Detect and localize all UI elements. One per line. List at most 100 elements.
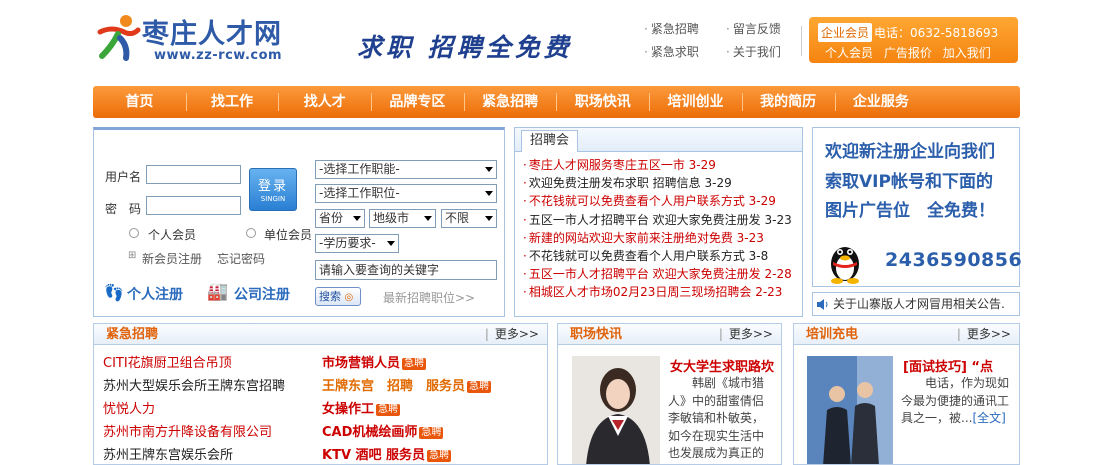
search-button[interactable]: 搜索 ◎ [315,287,361,306]
notice-bar[interactable]: 关于山寨版人才网冒用相关公告. [812,292,1020,316]
quick-link-about[interactable]: 关于我们 [726,43,781,60]
news-summary: 韩剧《城市猎人》中的甜蜜倩侣李敏镐和朴敏英，如今在现实生活中也发展成为真正的恋人… [668,376,765,464]
nav-training[interactable]: 培训创业 [649,86,742,118]
latest-jobs-link[interactable]: 最新招聘职位>> [383,289,475,306]
hot-badge: 急聘 [402,358,427,370]
list-item[interactable]: 不花钱就可以免费查看个人用户联系方式 3-8 [523,247,802,265]
chevron-down-icon [485,167,493,172]
forgot-password-link[interactable]: 忘记密码 [217,250,265,267]
ad-text: 欢迎新注册企业向我们 索取VIP帐号和下面的 图片广告位 全免费！ [825,138,995,227]
list-item-text: 枣庄人才网服务枣庄五区一市 [528,158,685,172]
logo-text: 枣庄人才网 [142,19,282,50]
more-link[interactable]: 更多>> [485,324,539,345]
personal-register-link[interactable]: 个人注册 [127,284,183,304]
company-link[interactable]: 苏州大型娱乐会所王牌东宫招聘 [103,375,285,394]
training-headline[interactable]: [面试技巧] “点 [903,356,993,375]
more-link[interactable]: 更多>> [957,324,1011,345]
chevron-down-icon [485,191,493,196]
tab-job-fair[interactable]: 招聘会 [521,130,579,152]
woman-photo-icon [572,356,660,464]
nav-urgent-hiring[interactable]: 紧急招聘 [463,86,557,118]
nav-enterprise-service[interactable]: 企业服务 [834,86,928,118]
section-header: 培训充电 更多>> [793,323,1020,345]
company-link[interactable]: CITI花旗厨卫组合吊顶 [103,352,232,371]
section-header: 职场快讯 更多>> [557,323,782,345]
username-input[interactable] [146,165,241,184]
company-link[interactable]: 忧悦人力 [103,398,155,417]
nav-brand-zone[interactable]: 品牌专区 [371,86,464,118]
ad-price-link[interactable]: 广告报价 [884,46,932,60]
job-position-value: -选择工作职位- [319,186,400,200]
register-link[interactable]: 新会员注册 [142,250,202,267]
company-register-link[interactable]: 公司注册 [234,284,290,304]
city-select[interactable]: 地级市 [369,209,436,228]
list-item[interactable]: 五区一市人才招聘平台 欢迎大家免费注册发 2-28 [523,265,802,283]
list-item-date: 3-8 [748,249,769,264]
full-article-link[interactable]: [全文] [972,411,1005,425]
news-headline[interactable]: 女大学生求职路坎 [670,356,774,375]
province-select[interactable]: 省份 [315,209,365,228]
province-value: 省份 [319,211,344,225]
list-item[interactable]: 不花钱就可以免费查看个人用户联系方式 3-29 [523,192,802,210]
ad-line: 图片广告位 全免费！ [825,201,995,221]
list-item-date: 2-28 [764,267,792,282]
list-item-text: 不花钱就可以免费查看个人用户联系方式 [528,249,745,264]
more-link[interactable]: 更多>> [719,324,773,345]
nav-find-job[interactable]: 找工作 [185,86,279,118]
list-item[interactable]: 欢迎免费注册发布求职 招聘信息 3-29 [523,174,802,192]
login-button[interactable]: 登录 SINGIN [249,168,297,211]
nav-home[interactable]: 首页 [93,86,186,118]
ad-line: 索取VIP帐号和下面的 [825,171,993,192]
personal-member-link[interactable]: 个人会员 [825,46,873,60]
job-function-select[interactable]: -选择工作职能- [315,160,497,179]
news-photo[interactable] [572,356,660,464]
contact-phone: 电话：0632-5818693 [874,26,999,40]
chevron-down-icon [353,216,361,221]
businessmen-photo-icon [807,356,893,464]
section-title: 职场快讯 [570,327,623,342]
quick-link-feedback[interactable]: 留言反馈 [726,20,781,37]
quick-link-urgent-jobseek[interactable]: 紧急求职 [644,43,699,60]
nav-my-resume[interactable]: 我的简历 [741,86,835,118]
keyword-search-input[interactable]: 请输入要查询的关键字 [315,260,497,280]
radio-personal-label: 个人会员 [148,228,197,242]
site-logo[interactable]: 枣庄人才网 www.zz-rcw.com [96,8,306,66]
ad-banner[interactable]: 欢迎新注册企业向我们 索取VIP帐号和下面的 图片广告位 全免费！ 243659… [812,127,1022,287]
list-item-date: 3-29 [748,194,776,209]
job-position-select[interactable]: -选择工作职位- [315,184,497,203]
area-value: 不限 [445,211,470,225]
company-link[interactable]: 苏州市南方升降设备有限公司 [103,421,272,440]
member-box: 企业会员 电话：0632-5818693 个人会员 广告报价 加入我们 [809,17,1018,63]
list-item-date: 3-23 [764,212,792,227]
list-item[interactable]: 相城区人才市场02月23日周三现场招聘会 2-23 [523,283,802,301]
radio-company[interactable] [246,228,256,238]
job-title: 女操作工 [322,402,375,417]
training-photo[interactable] [807,356,893,464]
education-select[interactable]: -学历要求- [315,234,399,253]
job-title: KTV 酒吧 服务员 [322,448,426,463]
ad-line: 欢迎新注册企业向我们 [825,142,995,162]
quick-link-urgent-hiring[interactable]: 紧急招聘 [644,20,699,37]
list-item[interactable]: 新建的网站欢迎大家前来注册绝对免费 3-23 [523,229,802,247]
job-fair-panel: 招聘会 枣庄人才网服务枣庄五区一市 3-29 欢迎免费注册发布求职 招聘信息 3… [514,127,803,317]
list-item-text: 五区一市人才招聘平台 欢迎大家免费注册发 [528,212,761,227]
join-us-link[interactable]: 加入我们 [943,46,991,60]
list-item-text: 不花钱就可以免费查看个人用户联系方式 [528,194,745,209]
career-news-body: 女大学生求职路坎 韩剧《城市猎人》中的甜蜜倩侣李敏镐和朴敏英，如今在现实生活中也… [557,345,782,465]
list-item[interactable]: 五区一市人才招聘平台 欢迎大家免费注册发 3-23 [523,211,802,229]
job-title: CAD机械绘画师 [322,425,418,440]
section-title: 紧急招聘 [106,327,159,342]
job-link[interactable]: 市场营销人员 急聘 [322,352,427,371]
job-link[interactable]: CAD机械绘画师 急聘 [322,421,444,440]
running-man-logo-icon [97,15,141,61]
job-link[interactable]: 王牌东宫 招聘 服务员 急聘 [322,375,492,394]
radio-personal[interactable] [129,228,139,238]
list-item[interactable]: 枣庄人才网服务枣庄五区一市 3-29 [523,156,802,174]
company-member-tag[interactable]: 企业会员 [818,23,873,42]
nav-career-news[interactable]: 职场快讯 [556,86,649,118]
password-input[interactable] [146,196,241,215]
area-select[interactable]: 不限 [441,209,497,228]
nav-find-talent[interactable]: 找人才 [278,86,371,118]
urgent-hiring-section: 紧急招聘 更多>> CITI花旗厨卫组合吊顶 市场营销人员急聘 苏州大型娱乐会所… [93,323,548,465]
job-link[interactable]: 女操作工 急聘 [322,398,401,417]
